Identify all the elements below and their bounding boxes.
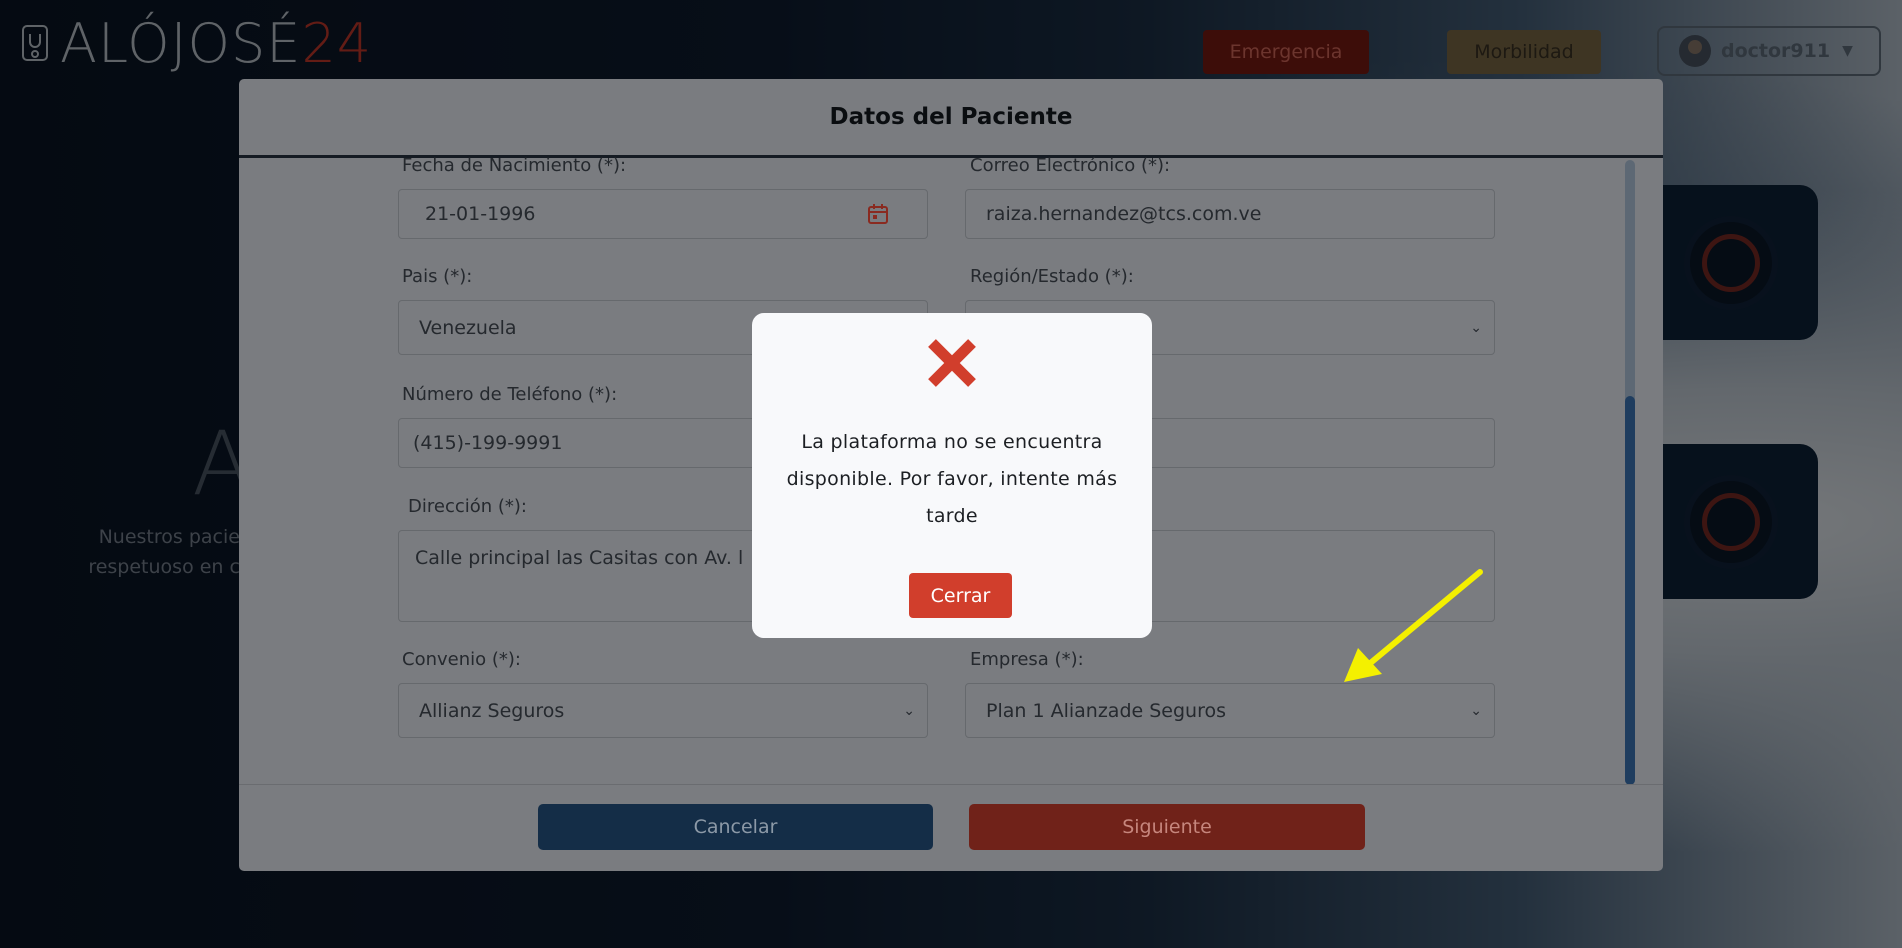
chevron-down-icon: ⌄ [1470, 702, 1482, 719]
annotation-arrow-icon [1344, 569, 1483, 682]
modal-header: Datos del Paciente [239, 79, 1663, 158]
address-value: Calle principal las Casitas con Av. l [415, 547, 744, 569]
region-label: Región/Estado (*): [970, 266, 1134, 287]
chevron-down-icon: ⌄ [1470, 319, 1482, 336]
phone-label: Número de Teléfono (*): [402, 384, 618, 405]
company-value: Plan 1 Alianzade Seguros [986, 699, 1227, 722]
scrollbar-thumb[interactable] [1625, 396, 1635, 785]
email-value: raiza.hernandez@tcs.com.ve [986, 203, 1262, 225]
company-select[interactable]: Plan 1 Alianzade Seguros ⌄ [965, 683, 1495, 738]
alert-message: La plataforma no se encuentra disponible… [786, 431, 1118, 527]
birth-date-value: 21-01-1996 [425, 203, 536, 225]
modal-title: Datos del Paciente [829, 104, 1073, 130]
error-x-icon [928, 339, 976, 387]
birth-date-label: Fecha de Nacimiento (*): [402, 155, 627, 176]
country-label: Pais (*): [402, 266, 473, 287]
chevron-down-icon: ⌄ [903, 702, 915, 719]
birth-date-field[interactable]: 21-01-1996 [398, 189, 928, 239]
calendar-icon[interactable] [867, 203, 889, 225]
email-label: Correo Electrónico (*): [970, 155, 1171, 176]
modal-footer: Cancelar Siguiente [239, 784, 1663, 871]
agreement-value: Allianz Seguros [419, 699, 565, 722]
cancel-button[interactable]: Cancelar [538, 804, 933, 850]
address-label: Dirección (*): [408, 496, 527, 517]
country-value: Venezuela [419, 316, 517, 339]
company-label: Empresa (*): [970, 649, 1084, 670]
agreement-select[interactable]: Allianz Seguros ⌄ [398, 683, 928, 738]
close-button[interactable]: Cerrar [909, 573, 1012, 618]
phone-value: (415)-199-9991 [413, 432, 563, 454]
email-field[interactable]: raiza.hernandez@tcs.com.ve [965, 189, 1495, 239]
agreement-label: Convenio (*): [402, 649, 521, 670]
error-alert-dialog: La plataforma no se encuentra disponible… [752, 313, 1152, 638]
next-button[interactable]: Siguiente [969, 804, 1365, 850]
modal-scrollbar[interactable] [1625, 160, 1635, 785]
